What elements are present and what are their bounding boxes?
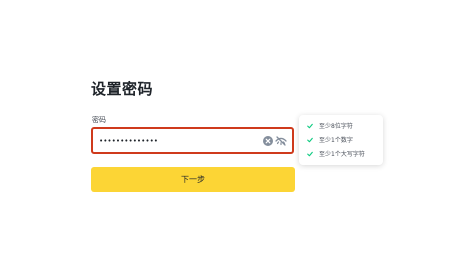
rule-text: 至少8位字符 xyxy=(319,123,353,130)
rule-text: 至少1个数字 xyxy=(319,137,353,144)
rule-text: 至少1个大写字符 xyxy=(319,151,365,158)
page-title: 设置密码 xyxy=(91,80,154,98)
rule-min-length: 至少8位字符 xyxy=(307,121,353,130)
password-label: 密码 xyxy=(92,116,106,124)
rule-number: 至少1个数字 xyxy=(307,135,353,144)
check-icon xyxy=(307,151,313,156)
password-field[interactable] xyxy=(91,127,294,154)
password-input[interactable] xyxy=(99,136,249,145)
next-button[interactable]: 下一步 xyxy=(91,167,295,192)
eye-off-icon[interactable] xyxy=(275,135,287,147)
password-rules-popover: 至少8位字符 至少1个数字 至少1个大写字符 xyxy=(299,115,383,165)
rule-uppercase: 至少1个大写字符 xyxy=(307,149,365,158)
check-icon xyxy=(307,137,313,142)
clear-circle-icon[interactable] xyxy=(263,136,273,146)
check-icon xyxy=(307,123,313,128)
